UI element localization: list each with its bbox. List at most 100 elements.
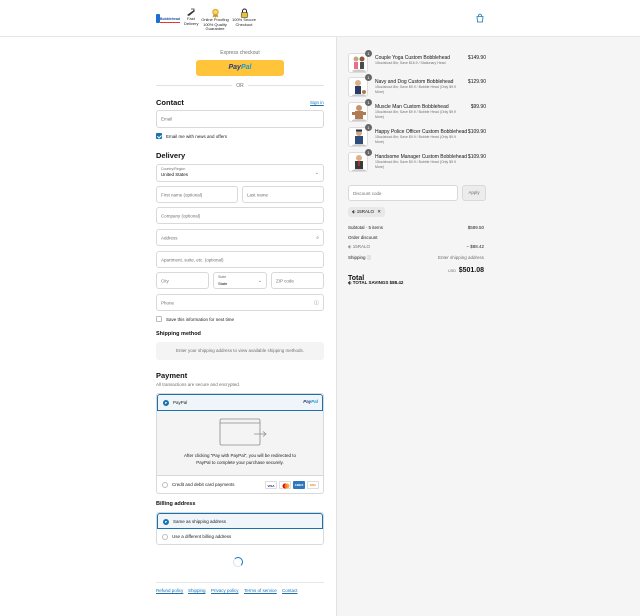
product-thumbnail	[348, 127, 368, 147]
footer-link-privacy[interactable]: Privacy policy	[211, 588, 239, 593]
footer-link-terms[interactable]: Terms of service	[244, 588, 277, 593]
footer-link-contact[interactable]: Contact	[282, 588, 298, 593]
order-discount-row: Order discount	[348, 235, 484, 240]
discount-code-name: 15RALO	[352, 244, 370, 249]
or-text: OR	[236, 83, 244, 89]
card-radio[interactable]	[162, 482, 168, 488]
remove-discount-icon[interactable]: ✕	[377, 209, 381, 214]
badge-fast-delivery-label: Fast Delivery	[184, 16, 199, 26]
state-select[interactable]: State State ⌄	[213, 272, 267, 289]
total-savings-value: $88.42	[389, 280, 404, 285]
product-variant: 15oz/about 8in; Save $9.9 / Bobble Head …	[375, 110, 456, 119]
product-price: $109.90	[467, 129, 486, 135]
sign-in-link[interactable]: Sign in	[310, 100, 324, 105]
apartment-placeholder: Apartment, suite, etc. (optional)	[161, 257, 224, 262]
search-icon: ⌕	[316, 234, 319, 241]
billing-heading: Billing address	[156, 501, 196, 507]
phone-placeholder: Phone	[161, 300, 175, 305]
country-select[interactable]: Country/Region United States ⌄	[156, 164, 324, 182]
address-field[interactable]: Address ⌕	[156, 229, 324, 246]
zip-field[interactable]: ZIP code	[271, 272, 324, 289]
loading-spinner-icon	[233, 557, 243, 567]
discount-code-placeholder: Discount code	[353, 191, 382, 196]
paypal-express-button[interactable]: PayPal	[196, 60, 284, 76]
apply-discount-button[interactable]: Apply	[462, 185, 486, 201]
subtotal-row: Subtotal · 5 items $589.50	[348, 225, 484, 230]
amex-icon: AMEX	[293, 481, 305, 489]
mastercard-icon	[279, 481, 291, 489]
applied-discount-code: 15RALO	[356, 209, 374, 214]
applied-discount-chip: ⬖ 15RALO ✕	[348, 207, 386, 217]
quantity-badge: 1	[365, 50, 372, 57]
billing-different-radio[interactable]	[162, 534, 168, 540]
browser-redirect-icon	[219, 418, 267, 446]
product-price: $129.90	[467, 79, 486, 85]
footer-divider	[156, 582, 324, 583]
billing-same-radio[interactable]	[163, 519, 169, 525]
shipping-method-note-text: Enter your shipping address to view avai…	[175, 348, 305, 353]
company-field[interactable]: Company (optional)	[156, 207, 324, 224]
contact-heading: Contact	[156, 98, 184, 107]
or-divider: OR	[156, 83, 324, 89]
express-checkout-label: Express checkout	[220, 50, 260, 56]
help-circle-icon[interactable]: ⓘ	[367, 255, 372, 260]
news-offers-checkbox[interactable]	[156, 133, 162, 139]
total-value: $501.08	[458, 267, 484, 274]
save-info-checkbox[interactable]	[156, 316, 162, 322]
city-field[interactable]: City	[156, 272, 209, 289]
billing-option-different[interactable]: Use a different billing address	[157, 529, 323, 544]
or-divider-line-right	[248, 85, 324, 86]
email-field[interactable]: Email	[156, 110, 324, 128]
product-thumbnail	[348, 77, 368, 97]
city-placeholder: City	[161, 278, 169, 283]
bobblehead-figure-icon	[352, 105, 366, 121]
tag-icon: ⬖	[352, 209, 356, 214]
discount-value: − $88.42	[466, 244, 484, 249]
zip-placeholder: ZIP code	[276, 278, 294, 283]
product-price: $149.90	[467, 55, 486, 61]
product-variant: 15oz/about 8in; Save $16.9 / Stationary …	[375, 61, 446, 65]
chevron-down-icon: ⌄	[314, 170, 319, 176]
save-info-label: Save this information for next time	[166, 317, 235, 322]
total-savings: ⬖ TOTAL SAVINGS $88.42	[348, 280, 403, 286]
badge-fast-delivery: Fast Delivery	[184, 8, 198, 26]
badge-quality: Online Proofing 100% Quality Guarantee	[201, 8, 229, 32]
paypal-option-label: PayPal	[173, 400, 188, 405]
tag-icon: ⬖	[348, 244, 352, 249]
country-label: Country/Region	[161, 167, 186, 171]
payment-option-card[interactable]: Credit and debit card payments VISA AMEX…	[157, 476, 323, 493]
list-item: 1 Muscle Man Custom Bobblehead 15oz/abou…	[348, 99, 488, 126]
billing-option-same[interactable]: Same as shipping address	[157, 513, 323, 529]
phone-field[interactable]: Phone ⓘ	[156, 294, 324, 311]
list-item: 1 Navy and Dog Custom Bobblehead 15oz/ab…	[348, 74, 488, 101]
first-name-field[interactable]: First name (optional)	[156, 186, 238, 203]
mastercard-circles-icon	[282, 483, 290, 489]
address-placeholder: Address	[161, 235, 178, 240]
visa-icon: VISA	[265, 481, 277, 489]
list-item: 1 Handsome Manager Custom Bobblehead 15o…	[348, 149, 488, 176]
product-thumbnail	[348, 53, 368, 73]
news-offers-label: Email me with news and offers	[166, 134, 227, 139]
footer-link-refund[interactable]: Refund policy	[156, 588, 183, 593]
last-name-field[interactable]: Last name	[242, 186, 324, 203]
shipping-row: Shipping ⓘ Enter shipping address	[348, 255, 484, 261]
paypal-radio[interactable]	[163, 400, 169, 406]
state-label: State	[218, 275, 227, 279]
apartment-field[interactable]: Apartment, suite, etc. (optional)	[156, 251, 324, 268]
subtotal-value: $589.50	[467, 225, 484, 230]
bobblehead-figure-icon	[352, 56, 366, 72]
chevron-down-icon: ⌄	[257, 277, 262, 284]
subtotal-label: Subtotal · 5 items	[348, 225, 384, 230]
store-logo[interactable]: Bobblehead	[156, 14, 184, 26]
bobblehead-figure-icon	[352, 129, 366, 146]
list-item: 1 Happy Police Officer Custom Bobblehead…	[348, 124, 488, 151]
discount-code-input[interactable]: Discount code	[348, 185, 458, 201]
billing-different-label: Use a different billing address	[172, 534, 232, 539]
product-variant: 15oz/about 8in; Save $9.9 / Bobble Head …	[375, 160, 456, 169]
help-circle-icon[interactable]: ⓘ	[314, 299, 319, 306]
footer-link-shipping[interactable]: Shipping	[188, 588, 206, 593]
shopping-bag-icon[interactable]	[475, 13, 485, 23]
shipping-method-note: Enter your shipping address to view avai…	[156, 342, 324, 360]
payment-option-paypal[interactable]: PayPal PayPal	[157, 394, 323, 411]
paypal-express-brand-pay: Pay	[228, 64, 241, 71]
